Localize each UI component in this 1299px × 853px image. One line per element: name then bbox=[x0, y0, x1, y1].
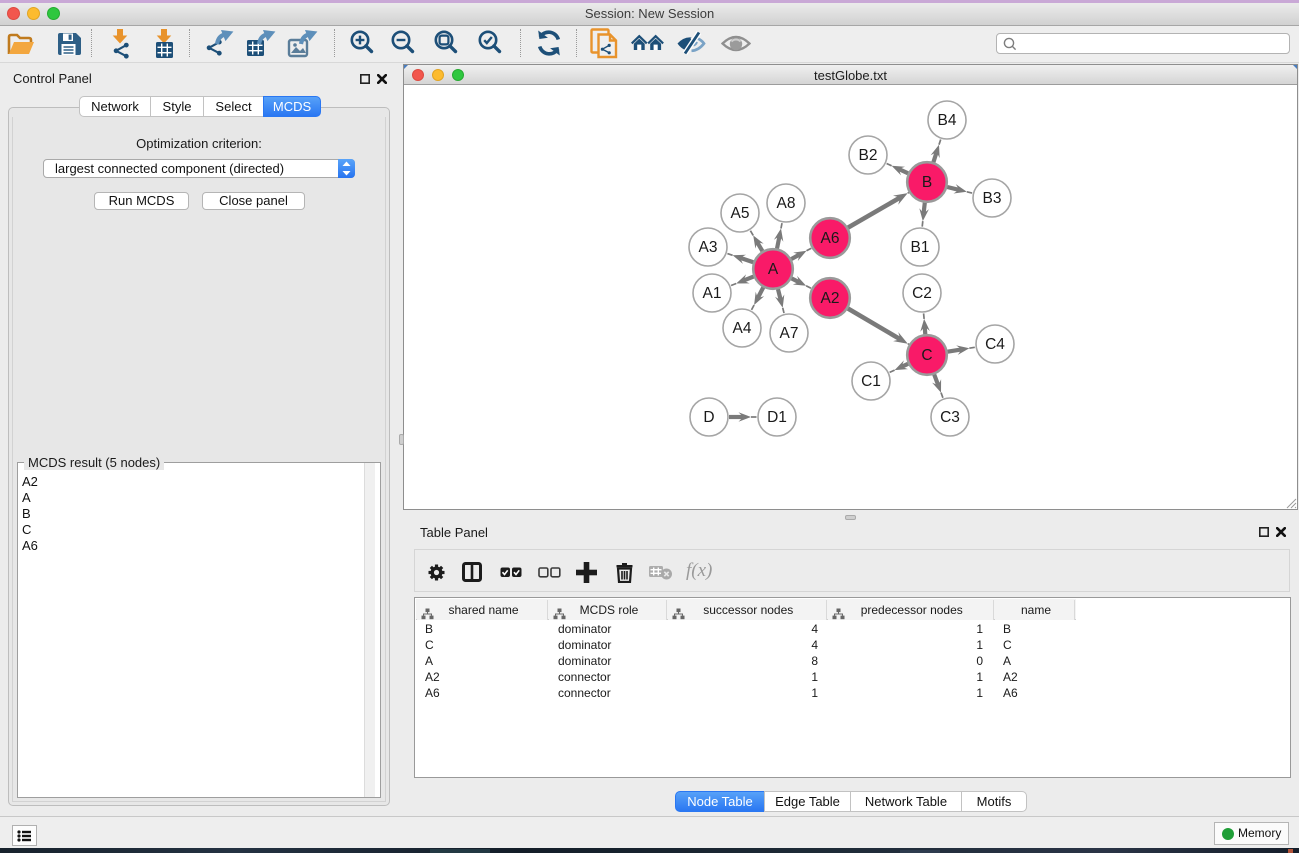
svg-text:C1: C1 bbox=[861, 373, 881, 390]
svg-text:C4: C4 bbox=[985, 336, 1005, 353]
svg-text:A1: A1 bbox=[703, 285, 722, 302]
svg-text:B4: B4 bbox=[938, 112, 957, 129]
svg-text:A7: A7 bbox=[780, 325, 799, 342]
svg-text:C2: C2 bbox=[912, 285, 932, 302]
svg-text:A8: A8 bbox=[777, 195, 796, 212]
svg-text:D: D bbox=[703, 409, 714, 426]
svg-text:A: A bbox=[768, 261, 779, 278]
svg-text:C3: C3 bbox=[940, 409, 960, 426]
svg-text:B3: B3 bbox=[983, 190, 1002, 207]
svg-text:A5: A5 bbox=[731, 205, 750, 222]
svg-text:A4: A4 bbox=[733, 320, 752, 337]
svg-text:B: B bbox=[922, 174, 932, 191]
svg-text:A6: A6 bbox=[821, 230, 840, 247]
svg-text:D1: D1 bbox=[767, 409, 787, 426]
svg-text:A2: A2 bbox=[821, 290, 840, 307]
svg-text:C: C bbox=[921, 347, 932, 364]
svg-text:A3: A3 bbox=[699, 239, 718, 256]
svg-text:B2: B2 bbox=[859, 147, 878, 164]
svg-text:B1: B1 bbox=[911, 239, 930, 256]
